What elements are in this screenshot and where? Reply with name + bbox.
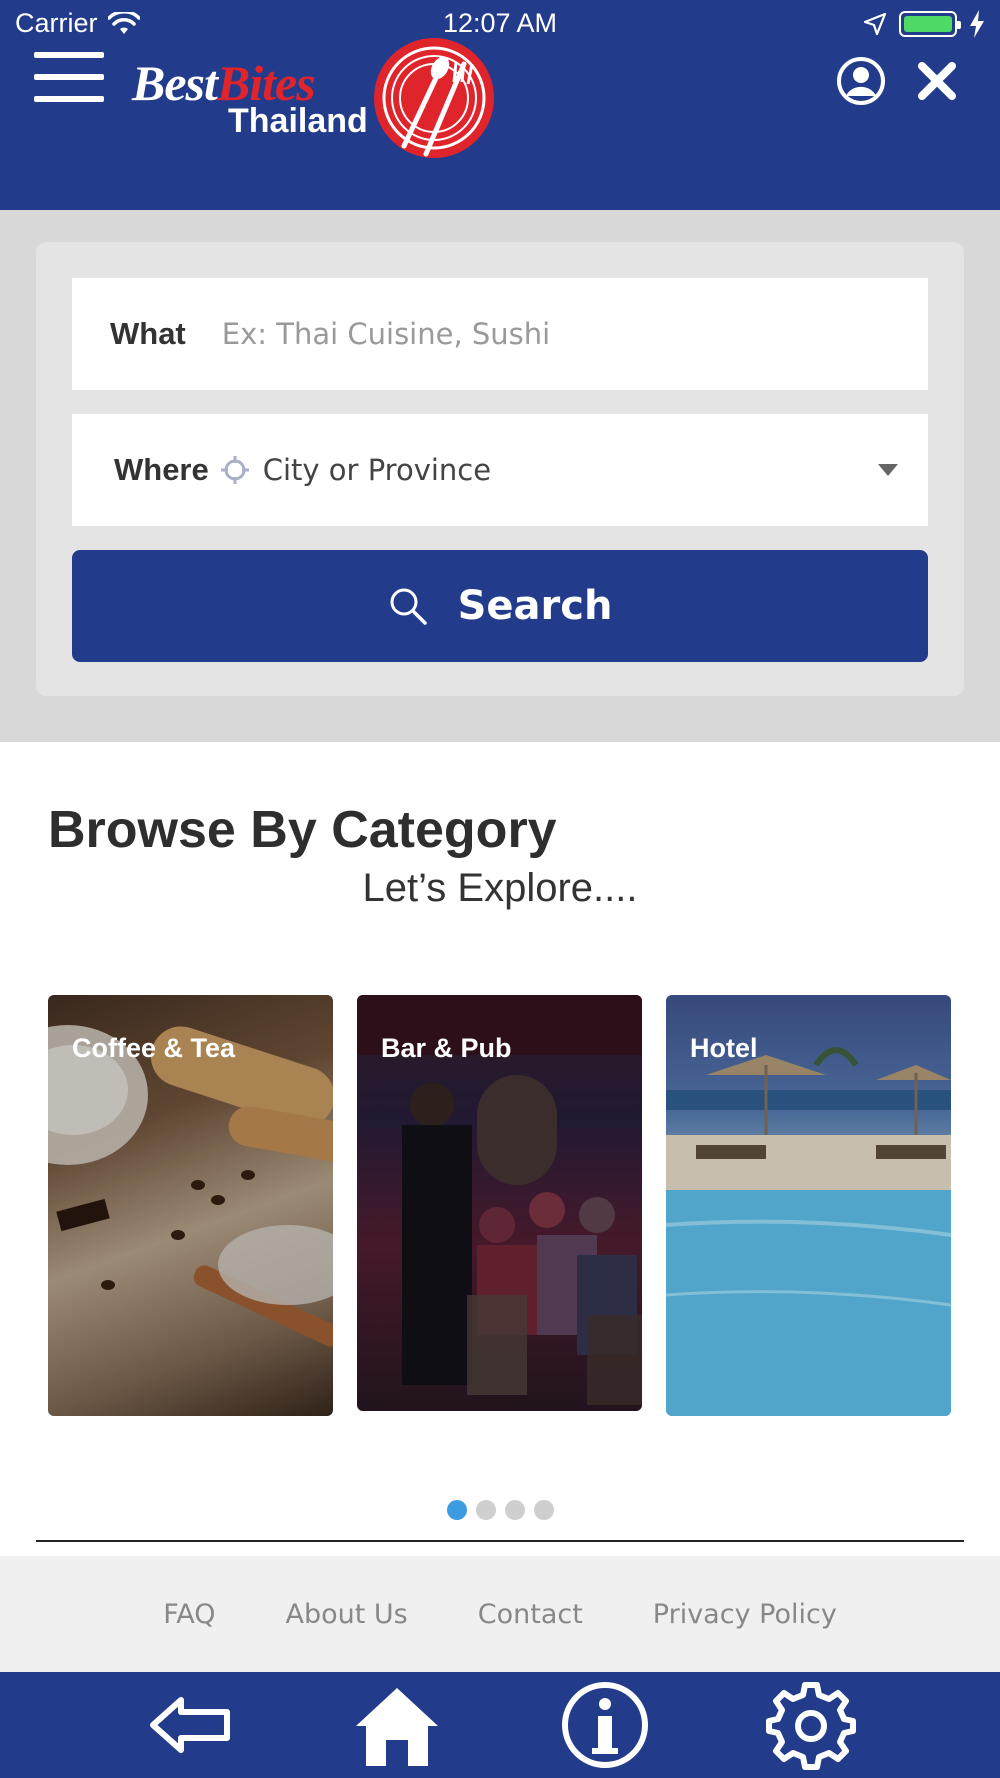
carousel-pager	[0, 1500, 1000, 1520]
menu-button[interactable]	[34, 52, 104, 102]
status-time: 12:07 AM	[442, 8, 558, 38]
pager-dot[interactable]	[504, 1500, 525, 1520]
about-us-link[interactable]: About Us	[286, 1599, 408, 1630]
category-card-label: Coffee & Tea	[72, 1033, 236, 1063]
faq-link[interactable]: FAQ	[163, 1599, 215, 1630]
category-subtitle: Let’s Explore....	[362, 866, 638, 910]
pager-dot[interactable]	[533, 1500, 554, 1520]
user-profile-icon[interactable]	[836, 56, 886, 106]
search-button-label: Search	[457, 583, 613, 629]
plate-fork-spoon-icon	[374, 38, 494, 158]
logo-subtitle: Thailand	[228, 102, 368, 140]
where-label: Where	[114, 452, 209, 487]
category-card-label: Hotel	[690, 1033, 758, 1063]
contact-link[interactable]: Contact	[478, 1599, 583, 1630]
bottom-nav	[0, 1672, 1000, 1778]
category-card-label: Bar & Pub	[381, 1033, 512, 1063]
footer-links: FAQ About Us Contact Privacy Policy	[0, 1556, 1000, 1672]
close-icon[interactable]	[916, 60, 958, 102]
chevron-down-icon	[878, 464, 898, 476]
privacy-policy-link[interactable]: Privacy Policy	[653, 1599, 837, 1630]
what-input[interactable]	[221, 317, 862, 351]
status-indicators	[863, 10, 985, 38]
search-card: What Where City or Province Search	[36, 242, 964, 696]
menu-icon	[34, 52, 104, 58]
category-card-bar-pub[interactable]: Bar & Pub	[357, 995, 642, 1411]
where-dropdown[interactable]: Where City or Province	[72, 414, 928, 526]
search-icon	[390, 588, 427, 625]
gear-icon[interactable]	[766, 1680, 856, 1770]
home-icon[interactable]	[352, 1680, 442, 1770]
what-field[interactable]: What	[72, 278, 928, 390]
bestbites-logo: BestBites Thailand	[132, 36, 502, 166]
pager-dot[interactable]	[475, 1500, 496, 1520]
category-title: Browse By Category	[48, 801, 557, 859]
location-arrow-icon	[863, 12, 887, 36]
what-label: What	[110, 316, 186, 351]
search-section: What Where City or Province Search	[0, 210, 1000, 742]
app-header: Carrier 12:07 AM BestBites Thailand	[0, 0, 1000, 210]
back-arrow-icon[interactable]	[145, 1680, 235, 1770]
pager-dot[interactable]	[446, 1500, 467, 1520]
crosshair-location-icon	[220, 456, 249, 484]
info-icon[interactable]	[560, 1680, 650, 1770]
category-card-coffee-tea[interactable]: Coffee & Tea	[48, 995, 333, 1416]
where-value: City or Province	[262, 453, 492, 487]
category-card-hotel[interactable]: Hotel	[666, 995, 951, 1416]
search-button[interactable]: Search	[72, 550, 928, 662]
battery-icon	[899, 11, 961, 37]
divider	[36, 1540, 964, 1542]
charging-bolt-icon	[970, 10, 984, 38]
